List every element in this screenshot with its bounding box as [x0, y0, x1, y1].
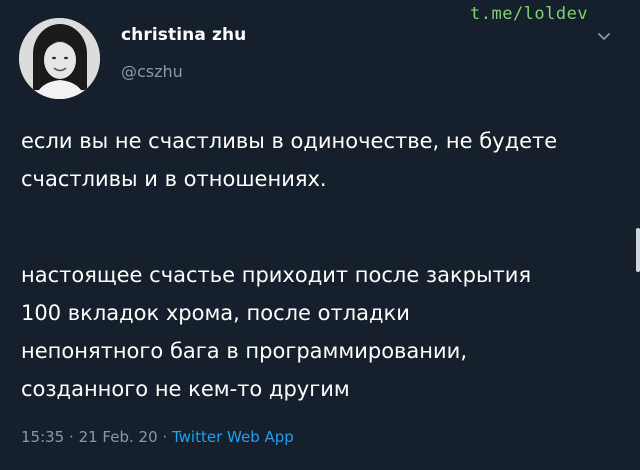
tweet-text-line: непонятного бага в программировании,	[21, 339, 468, 363]
user-handle[interactable]: @cszhu	[121, 62, 183, 81]
tweet-text-line: настоящее счастье приходит после закрыти…	[21, 263, 532, 287]
tweet-text-paragraph: если вы не счастливы в одиночестве, не б…	[21, 122, 627, 198]
tweet-date[interactable]: 21 Feb. 20	[79, 428, 158, 446]
tweet-text-paragraph: настоящее счастье приходит после закрыти…	[21, 256, 627, 408]
tweet-text-line: 100 вкладок хрома, после отладки	[21, 301, 410, 325]
meta-separator: ·	[69, 428, 74, 446]
tweet-text-line: счастливы и в отношениях.	[21, 167, 327, 191]
meta-separator: ·	[162, 428, 168, 446]
source-app-link[interactable]: Twitter Web App	[172, 428, 294, 446]
tweet-text-line: если вы не счастливы в одиночестве, не б…	[21, 129, 558, 153]
display-name[interactable]: christina zhu	[121, 25, 246, 45]
chevron-down-icon[interactable]	[596, 31, 612, 43]
scrollbar-thumb[interactable]	[636, 228, 640, 272]
tweet-card: christina zhu @cszhu t.me/loldev если вы…	[0, 0, 640, 470]
avatar[interactable]	[19, 18, 100, 99]
tweet-text-line: созданного не кем-то другим	[21, 377, 350, 401]
tweet-time[interactable]: 15:35	[21, 428, 64, 446]
tweet-meta: 15:35 · 21 Feb. 20 · Twitter Web App	[21, 428, 294, 446]
watermark: t.me/loldev	[470, 4, 589, 24]
avatar-image	[19, 18, 100, 99]
